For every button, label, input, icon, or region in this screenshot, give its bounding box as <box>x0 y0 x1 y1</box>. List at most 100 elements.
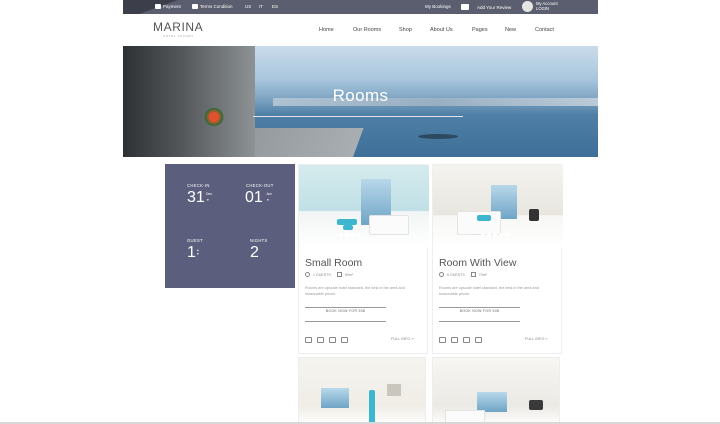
avatar[interactable] <box>522 1 533 12</box>
room-tag: HOTEL ROOM <box>311 234 338 238</box>
room-guests: 1 GUESTS <box>313 272 331 277</box>
room-tv <box>529 400 543 410</box>
divider <box>305 307 386 308</box>
area-icon <box>336 272 342 277</box>
card-icon <box>155 4 161 9</box>
star-icon <box>499 233 503 237</box>
lang-es-label: ES <box>272 4 279 9</box>
room-window <box>321 388 349 408</box>
rating-stars <box>481 233 509 237</box>
room-window <box>477 392 507 412</box>
guest-stepper-icon[interactable]: ▴ ▾ <box>197 248 199 256</box>
logo-tagline: HOTEL LUXURY <box>163 34 194 38</box>
my-bookings-link[interactable]: My Bookings <box>425 4 451 9</box>
area-icon <box>470 272 476 277</box>
payment-link[interactable]: Payment <box>155 4 181 9</box>
checkin-day[interactable]: 31 <box>187 189 205 207</box>
document-icon <box>192 4 198 9</box>
page-title: Rooms <box>332 86 389 105</box>
page: Payment Terms Condition US IT ES My Book… <box>0 0 720 424</box>
wifi-icon <box>475 337 482 343</box>
room-description: Rooms are upscale hotel standard, the be… <box>439 286 539 296</box>
room-guests: 6 GUESTS <box>447 272 465 277</box>
mail-icon <box>461 4 469 10</box>
guest-value[interactable]: 1 <box>187 244 196 262</box>
divider <box>439 321 520 322</box>
guest-label: GUEST <box>187 238 203 243</box>
lang-it[interactable]: IT <box>259 4 263 9</box>
room-picture <box>387 384 401 396</box>
tv-icon <box>317 337 324 343</box>
account-link[interactable]: My Account LOGIN <box>536 1 558 11</box>
bike-icon <box>439 337 446 343</box>
nav-our-rooms[interactable]: Our Rooms <box>353 27 381 33</box>
room-meta: 6 GUESTS 70m² <box>439 272 487 277</box>
room-title[interactable]: Room With View <box>439 257 516 269</box>
nav-contact[interactable]: Contact <box>535 27 554 33</box>
star-icon <box>345 233 349 237</box>
room-description: Rooms are upscale hotel standard, the be… <box>305 286 405 296</box>
divider <box>439 307 520 308</box>
room-title[interactable]: Small Room <box>305 257 362 269</box>
room-bed <box>369 215 409 235</box>
room-curtain <box>369 390 375 424</box>
room-card[interactable]: HOTEL ROOM Room With View 6 GUESTS 70m² … <box>432 164 563 354</box>
guests-icon <box>305 272 310 277</box>
payment-label: Payment <box>163 4 181 9</box>
lang-us-label: US <box>245 4 252 9</box>
checkin-chevron-icon[interactable]: ▾ <box>207 198 209 202</box>
room-meta: 1 GUESTS 50m² <box>305 272 353 277</box>
room-image[interactable] <box>432 357 560 424</box>
book-now-button[interactable]: BOOK NOW FOR 50$ <box>305 309 386 313</box>
nights-value: 2 <box>250 244 259 261</box>
star-icon <box>487 233 491 237</box>
hero-banner: Rooms <box>123 46 598 157</box>
star-icon <box>357 233 361 237</box>
checkin-month: Dec <box>206 192 213 196</box>
checkin-label: CHECK-IN <box>187 183 210 188</box>
hairdryer-icon <box>451 337 458 343</box>
terms-label: Terms Condition <box>200 4 233 9</box>
book-now-button[interactable]: BOOK NOW FOR 50$ <box>439 309 520 313</box>
star-icon <box>351 233 355 237</box>
room-size: 50m² <box>344 272 353 277</box>
hairdryer-icon <box>329 337 336 343</box>
hero-island <box>418 134 458 139</box>
bath-icon <box>305 337 312 343</box>
lang-es[interactable]: ES <box>272 4 278 9</box>
nights-label: NIGHTS <box>250 238 268 243</box>
add-review-link[interactable]: Add Your Review <box>461 4 511 10</box>
hero-plant <box>203 108 225 126</box>
star-icon <box>493 233 497 237</box>
lang-us[interactable]: US <box>245 4 251 9</box>
tv-icon <box>463 337 470 343</box>
checkout-month: Jan <box>266 192 272 196</box>
checkout-day[interactable]: 01 <box>245 189 263 207</box>
nav-pages[interactable]: Pages <box>472 27 488 33</box>
room-tag: HOTEL ROOM <box>445 234 472 238</box>
nav-about-us[interactable]: About Us <box>430 27 453 33</box>
checkout-label: CHECK-OUT <box>246 183 274 188</box>
checkout-chevron-icon[interactable]: ▾ <box>267 198 269 202</box>
full-info-link[interactable]: FULL INFO » <box>391 337 413 341</box>
logo[interactable]: MARINA <box>153 20 203 34</box>
room-size: 70m² <box>478 272 487 277</box>
room-amenities <box>305 337 348 343</box>
nav-home[interactable]: Home <box>319 27 334 33</box>
room-amenities <box>439 337 482 343</box>
room-tv <box>529 209 539 221</box>
divider <box>305 321 386 322</box>
terms-link[interactable]: Terms Condition <box>192 4 233 9</box>
wifi-icon <box>341 337 348 343</box>
booking-widget: CHECK-IN 31 Dec ▾ CHECK-OUT 01 Jan ▾ GUE… <box>165 164 295 288</box>
hero-railing <box>253 116 463 117</box>
room-image[interactable] <box>298 357 426 424</box>
room-card[interactable]: HOTEL ROOM Small Room 1 GUESTS 50m² Room… <box>298 164 429 354</box>
rating-stars <box>339 233 361 237</box>
full-info-link[interactable]: FULL INFO » <box>525 337 547 341</box>
star-icon <box>505 233 509 237</box>
nav-shop[interactable]: Shop <box>399 27 412 33</box>
my-bookings-label: My Bookings <box>425 4 451 9</box>
nav-new[interactable]: New <box>505 27 516 33</box>
star-icon <box>481 233 485 237</box>
